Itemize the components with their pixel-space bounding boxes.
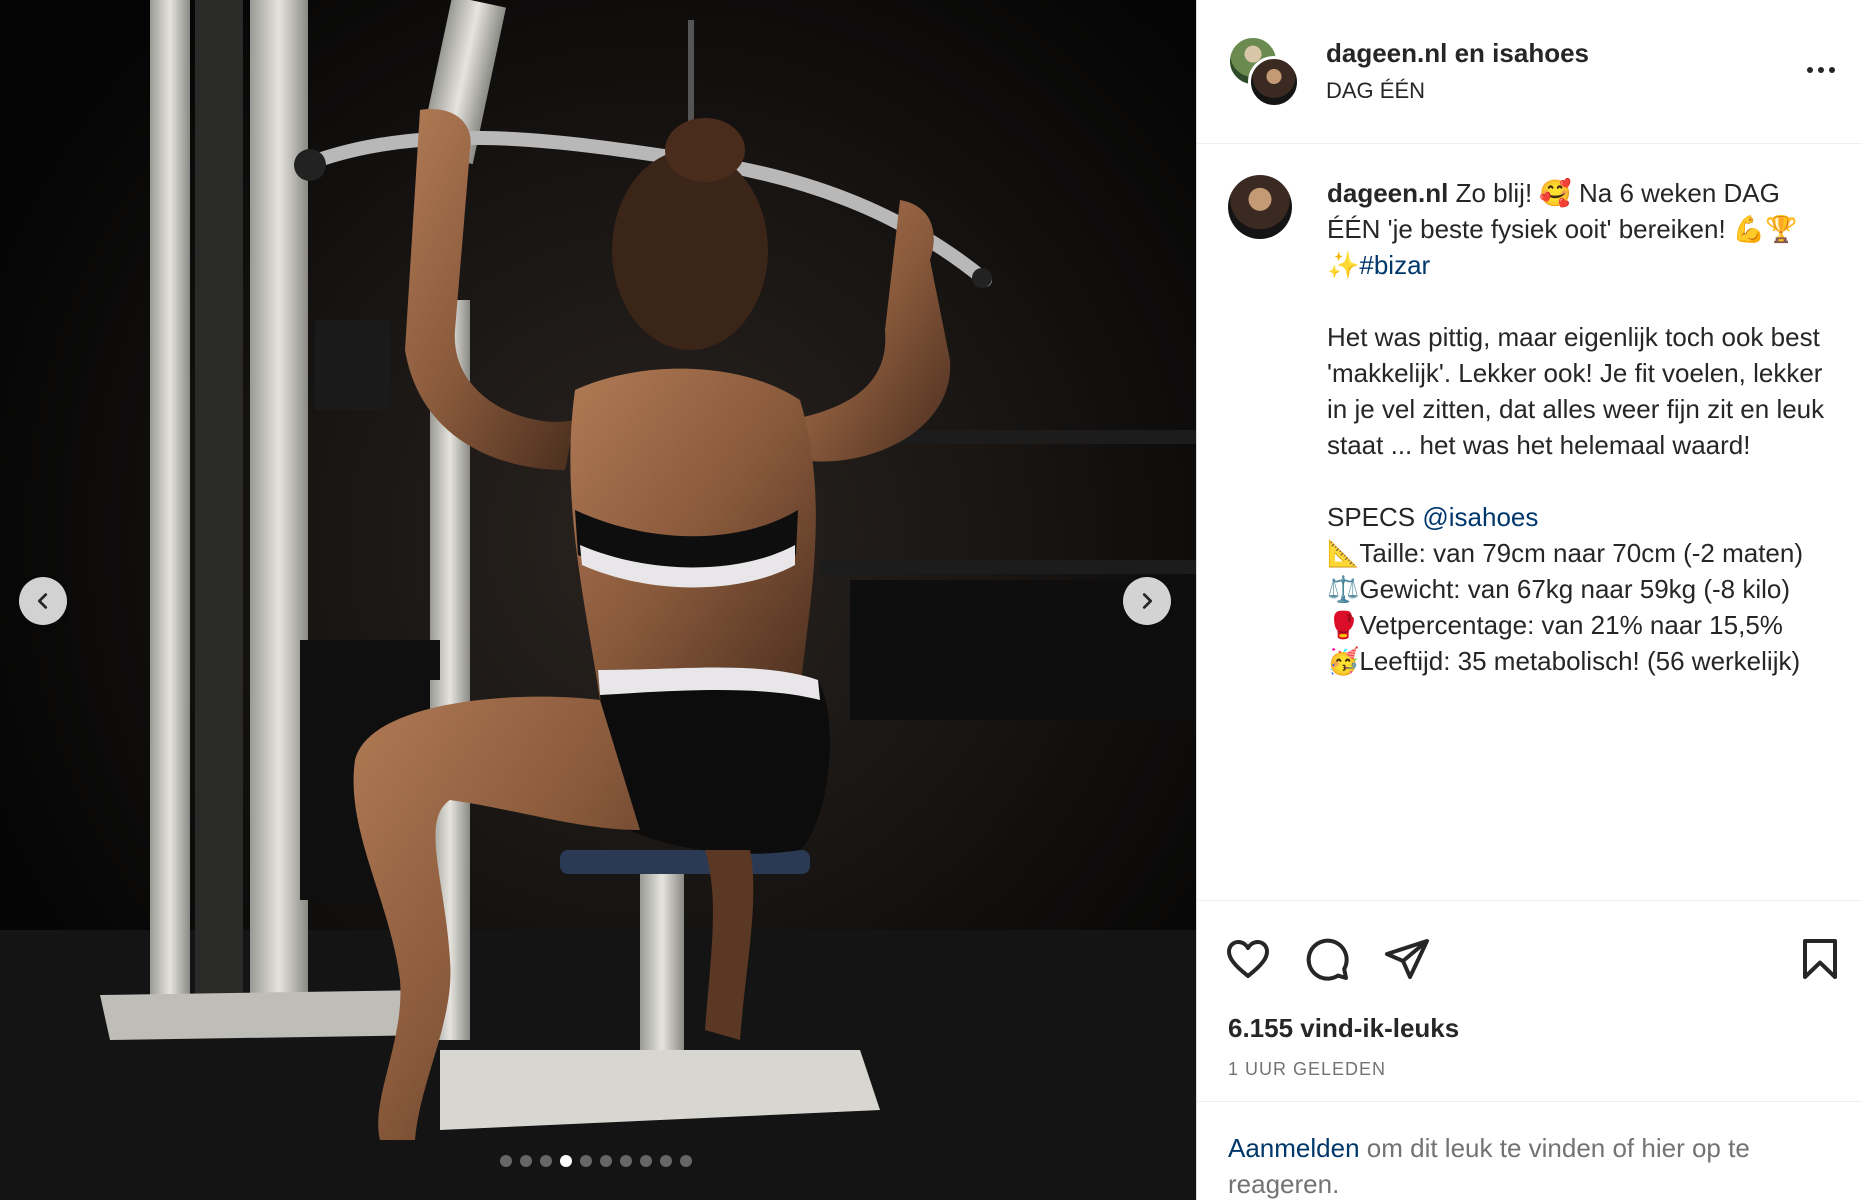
more-horizontal-icon [1807,67,1813,73]
slide-dot [660,1155,672,1167]
comment-icon[interactable] [1303,935,1351,983]
post-media[interactable] [0,0,1196,1200]
collab-avatars[interactable] [1228,36,1300,108]
post-actions: 6.155 vind-ik-leuks 1 UUR GELEDEN Aanmel… [1197,900,1862,1200]
slide-dot [540,1155,552,1167]
post-header: dageen.nl en isahoes DAG ÉÉN [1197,0,1862,144]
likes-count[interactable]: 6.155 vind-ik-leuks [1228,1013,1459,1044]
post-timestamp[interactable]: 1 UUR GELEDEN [1228,1059,1386,1080]
hashtag-link[interactable]: #bizar [1359,250,1430,280]
slide-dot [600,1155,612,1167]
specs-label: SPECS [1327,502,1423,532]
owner-secondary-link[interactable]: isahoes [1492,38,1589,68]
caption-username[interactable]: dageen.nl [1327,178,1448,208]
instagram-post: dageen.nl en isahoes DAG ÉÉN dageen.nl Z… [0,0,1862,1200]
slide-dot [580,1155,592,1167]
gym-photo [0,0,1196,1200]
caption-paragraph: Het was pittig, maar eigenlijk toch ook … [1327,322,1825,460]
slide-dot [640,1155,652,1167]
slide-dot [620,1155,632,1167]
post-side-panel: dageen.nl en isahoes DAG ÉÉN dageen.nl Z… [1196,0,1862,1200]
owner-joiner: en [1454,38,1485,68]
owner-primary-link[interactable]: dageen.nl [1326,38,1447,68]
more-options-button[interactable] [1807,60,1847,80]
slide-dot-active [560,1155,572,1167]
caption-area: dageen.nl Zo blij! 🥰 Na 6 weken DAG ÉÉN … [1197,145,1862,900]
bookmark-icon[interactable] [1796,935,1844,983]
slide-indicator [500,1155,692,1167]
spec-line: 🥊Vetpercentage: van 21% naar 15,5% [1327,610,1783,640]
slide-dot [520,1155,532,1167]
login-prompt: Aanmelden om dit leuk te vinden of hier … [1197,1101,1862,1201]
slide-dot [680,1155,692,1167]
avatar [1248,56,1300,108]
previous-slide-button[interactable] [19,577,67,625]
post-caption: dageen.nl Zo blij! 🥰 Na 6 weken DAG ÉÉN … [1327,175,1827,679]
avatar[interactable] [1228,175,1292,239]
post-owners: dageen.nl en isahoes [1326,38,1589,69]
spec-line: 🥳Leeftijd: 35 metabolisch! (56 werkelijk… [1327,646,1801,676]
login-link[interactable]: Aanmelden [1228,1133,1360,1163]
spec-line: 📐Taille: van 79cm naar 70cm (-2 maten) [1327,538,1803,568]
chevron-left-icon [37,593,48,609]
spec-line: ⚖️Gewicht: van 67kg naar 59kg (-8 kilo) [1327,574,1791,604]
heart-icon[interactable] [1224,935,1272,983]
post-location[interactable]: DAG ÉÉN [1326,78,1425,104]
send-icon[interactable] [1383,935,1431,983]
mention-link[interactable]: @isahoes [1422,502,1538,532]
chevron-right-icon [1142,593,1153,609]
slide-dot [500,1155,512,1167]
next-slide-button[interactable] [1123,577,1171,625]
